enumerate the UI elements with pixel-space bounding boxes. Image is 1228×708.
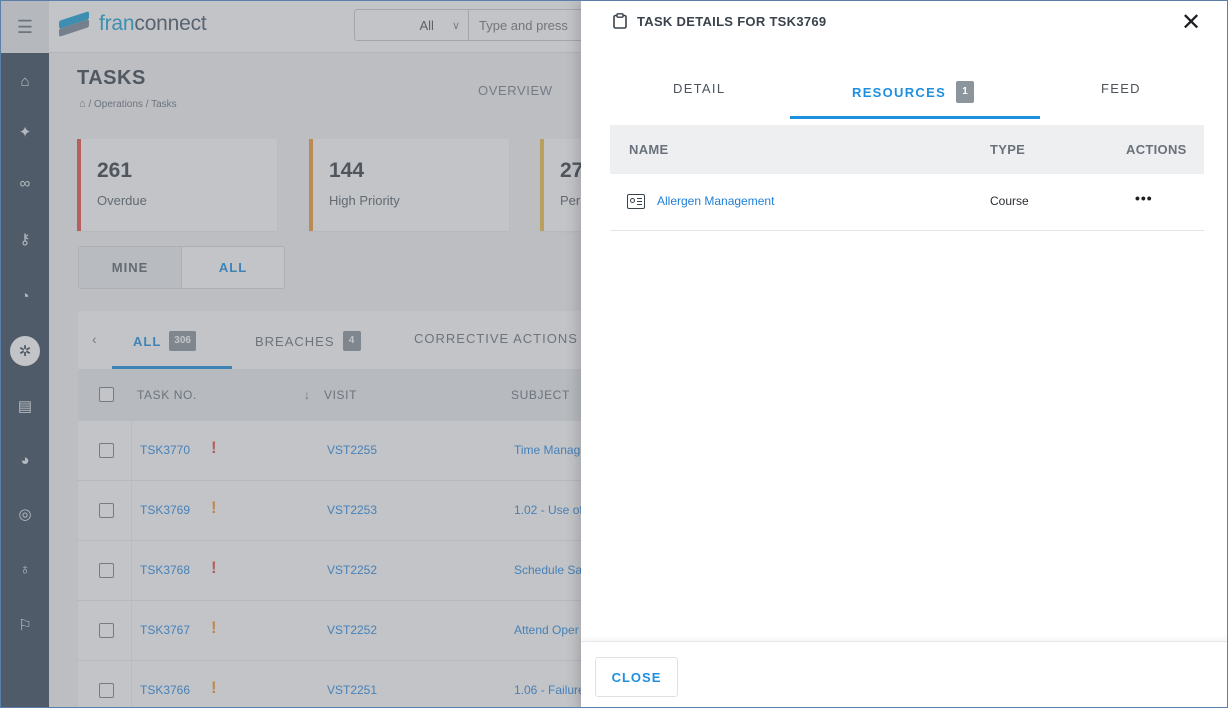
resource-name-link[interactable]: Allergen Management [657,194,774,208]
clipboard-icon [613,13,627,29]
modal-backdrop[interactable] [1,1,581,707]
tab-detail-label: DETAIL [673,81,726,96]
resource-row: Allergen Management Course ••• [610,174,1204,231]
tab-resources[interactable]: RESOURCES 1 [852,81,975,103]
drawer-tabs: DETAIL RESOURCES 1 FEED [610,61,1204,119]
close-button[interactable]: CLOSE [595,657,678,697]
tab-detail[interactable]: DETAIL [673,81,725,96]
drawer-header: TASK DETAILS FOR TSK3769 [613,13,826,29]
drawer-title: TASK DETAILS FOR TSK3769 [637,13,827,29]
header-type: TYPE [990,142,1026,157]
tab-resources-label: RESOURCES [852,84,947,100]
task-details-drawer: TASK DETAILS FOR TSK3769 ✕ DETAIL RESOUR… [581,1,1227,707]
header-actions: ACTIONS [1126,142,1187,157]
more-actions-icon[interactable]: ••• [1135,190,1153,206]
tab-feed-label: FEED [1101,81,1141,96]
close-icon[interactable]: ✕ [1181,11,1201,35]
resources-table-header: NAME TYPE ACTIONS [610,125,1204,174]
drawer-footer: CLOSE [581,641,1227,707]
active-tab-underline [790,116,1040,119]
resource-type: Course [990,194,1029,208]
tab-feed[interactable]: FEED [1101,81,1141,96]
course-icon [627,194,645,209]
header-name: NAME [629,142,669,157]
app-window: ☰ ⌂ ✦ ∞ ⚷ ◔ ✲ ▤ ◕ ◎ ♁ ⚐ franconnect All … [0,0,1228,708]
tab-resources-count: 1 [956,81,975,103]
